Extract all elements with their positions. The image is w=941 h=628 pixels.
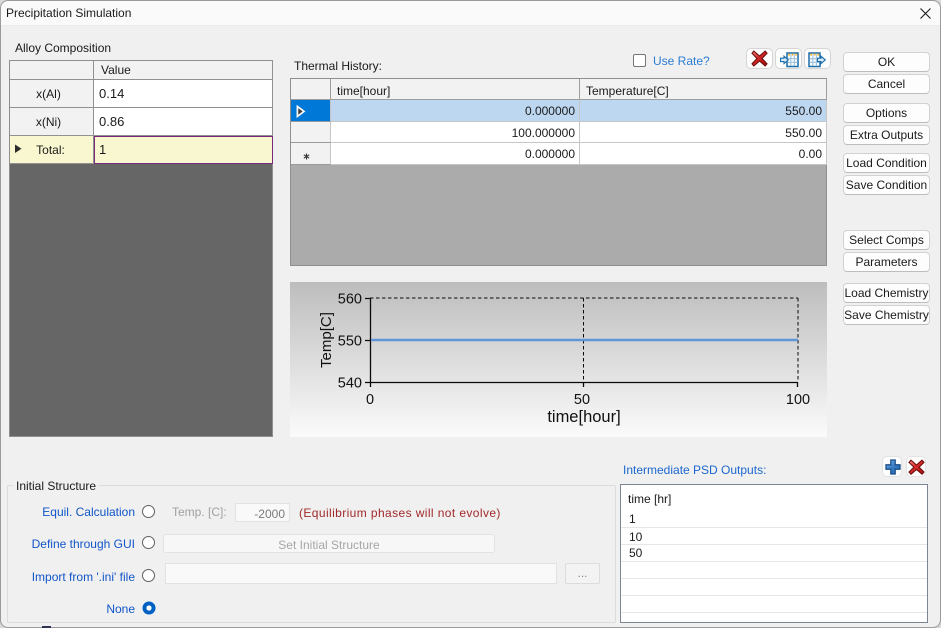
svg-text:Temp[C]: Temp[C] bbox=[318, 312, 335, 368]
svg-text:100: 100 bbox=[786, 392, 810, 408]
svg-text:time[hour]: time[hour] bbox=[547, 408, 620, 426]
svg-text:0: 0 bbox=[366, 392, 374, 408]
svg-text:550: 550 bbox=[338, 334, 362, 350]
svg-text:560: 560 bbox=[338, 292, 362, 308]
svg-text:50: 50 bbox=[574, 392, 590, 408]
svg-text:540: 540 bbox=[338, 376, 362, 392]
